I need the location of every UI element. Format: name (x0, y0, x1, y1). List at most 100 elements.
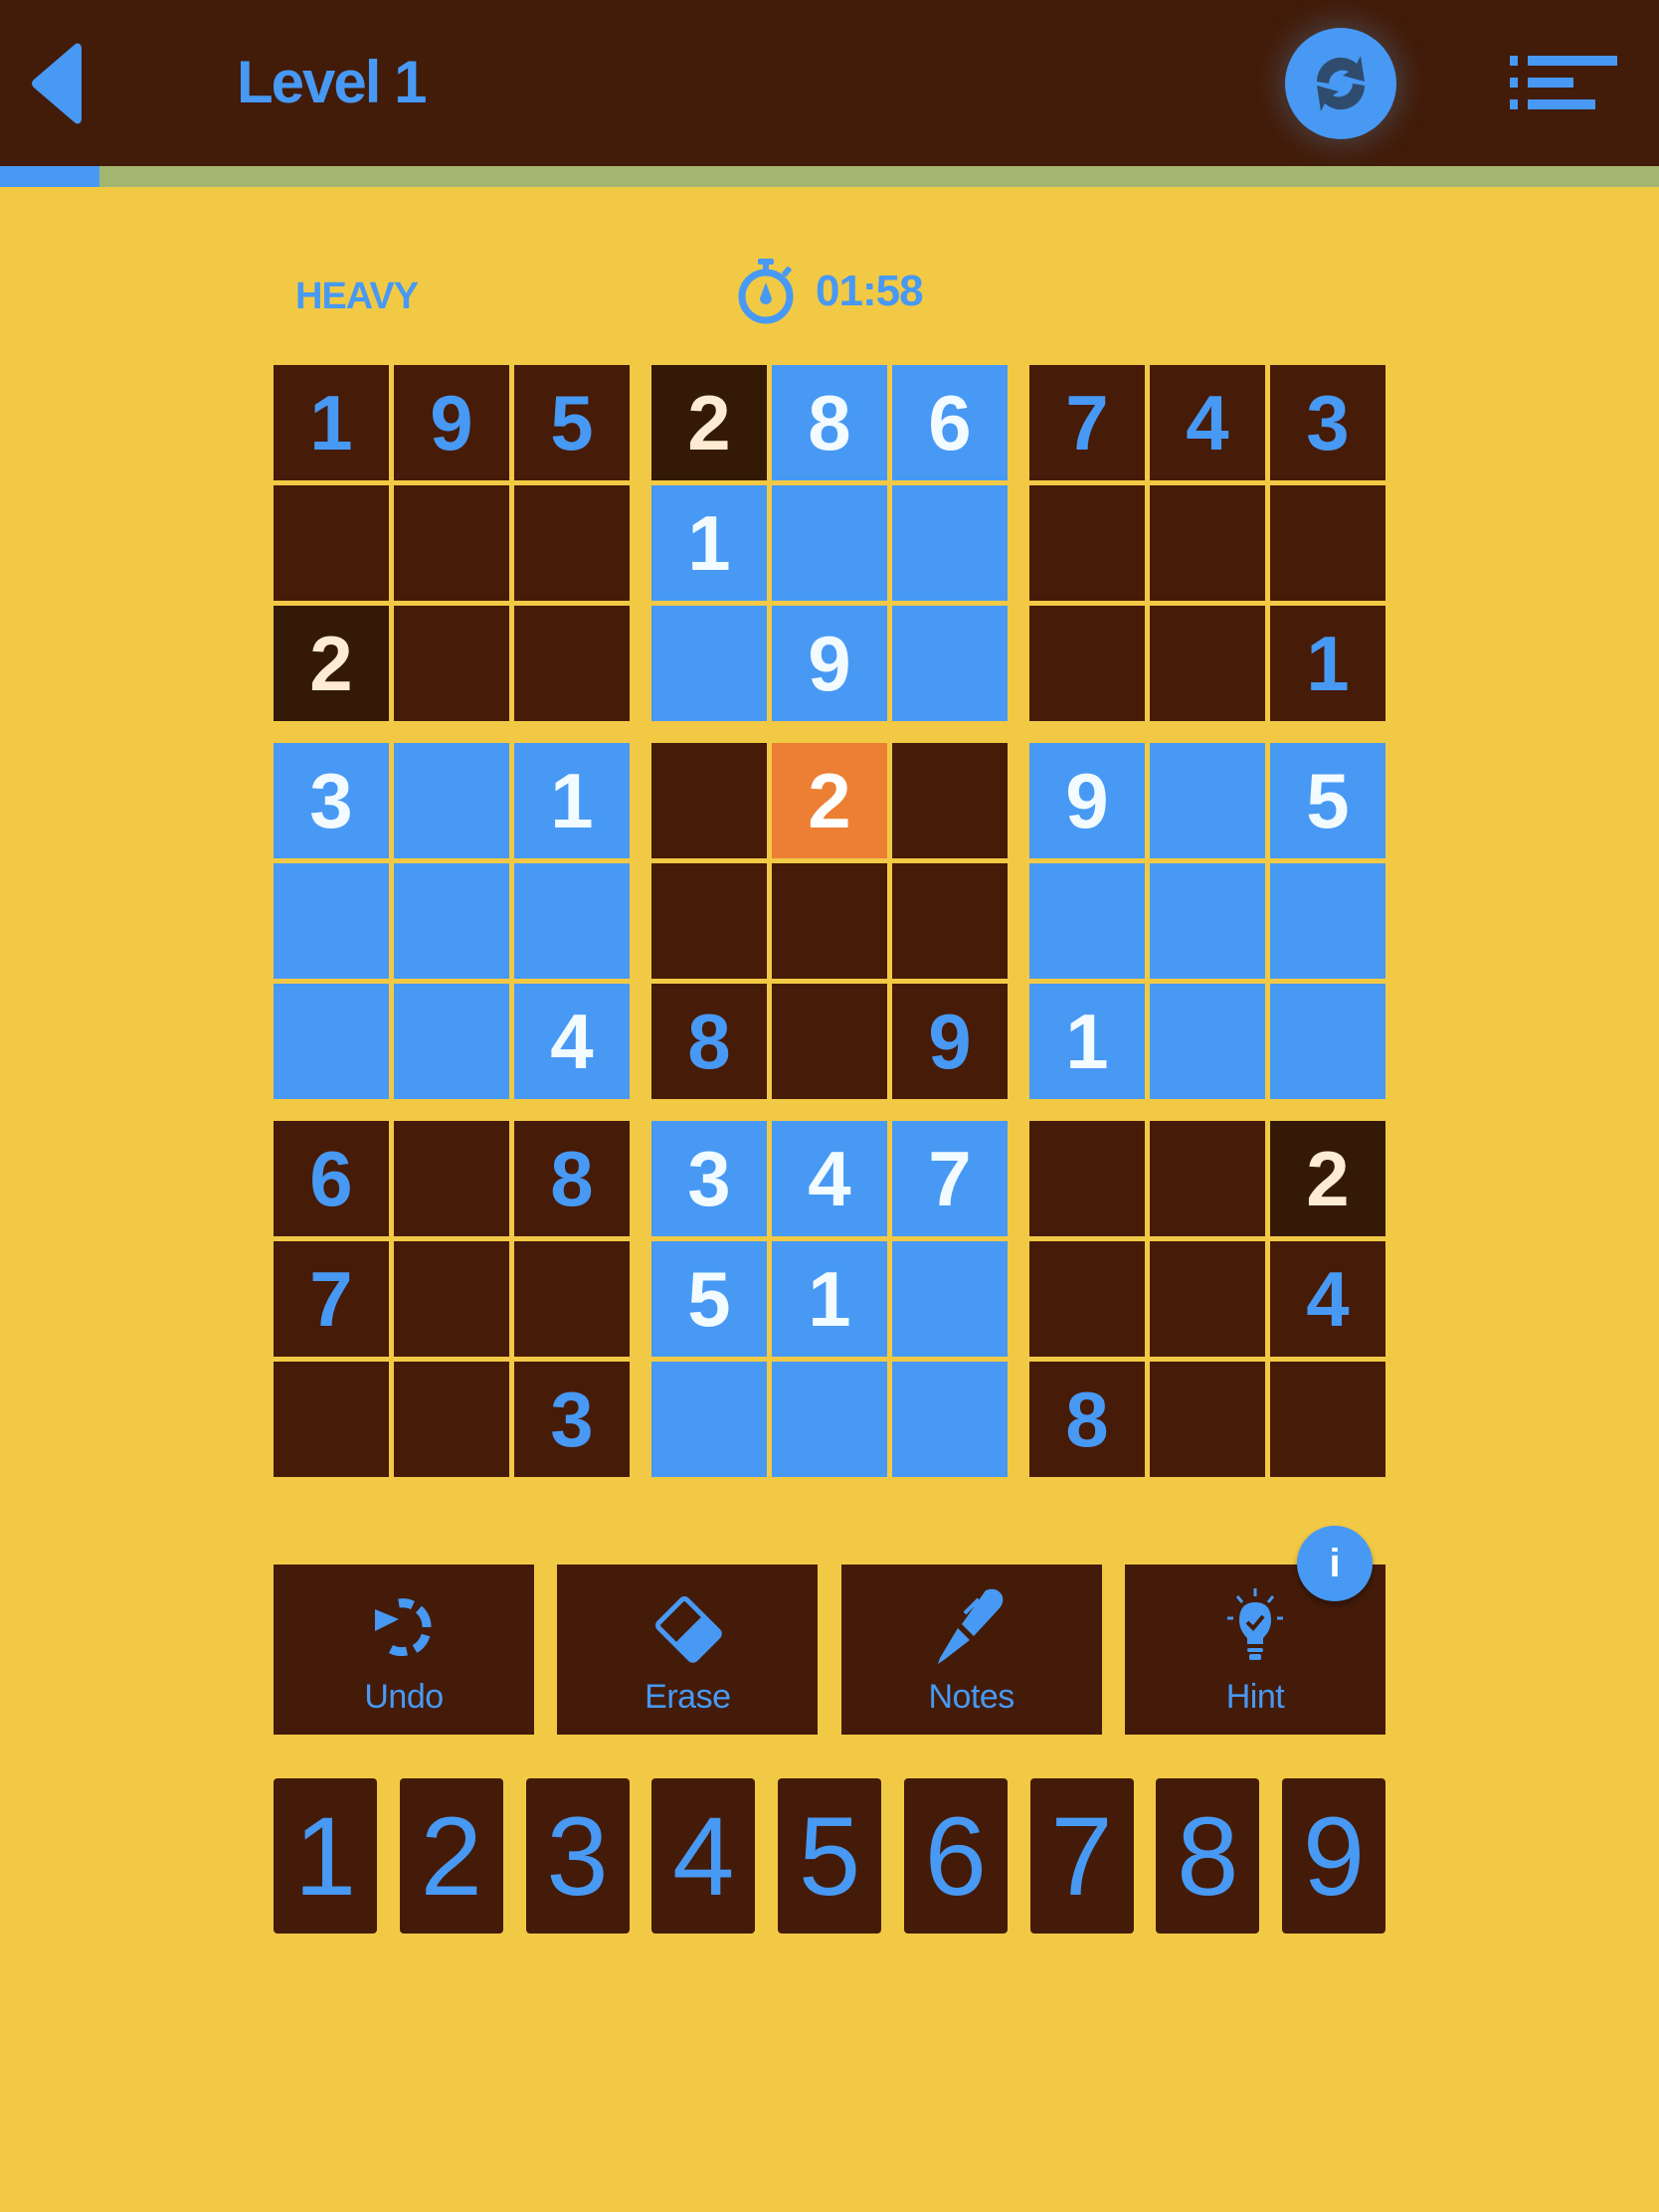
board-cell[interactable] (651, 863, 767, 979)
number-key-4[interactable]: 4 (651, 1778, 756, 1934)
board-cell[interactable] (772, 863, 887, 979)
board-cell[interactable]: 5 (651, 1241, 767, 1357)
board-cell[interactable] (394, 743, 509, 858)
number-key-1[interactable]: 1 (274, 1778, 377, 1934)
board-cell[interactable]: 3 (514, 1362, 630, 1477)
board-cell[interactable]: 3 (651, 1121, 767, 1236)
board-cell[interactable] (514, 1241, 630, 1357)
number-key-5[interactable]: 5 (778, 1778, 881, 1934)
number-key-3[interactable]: 3 (525, 1778, 630, 1934)
board-cell[interactable] (514, 863, 630, 979)
board-cell[interactable]: 9 (772, 606, 887, 721)
board-cell[interactable]: 8 (772, 365, 887, 480)
board-cell[interactable] (1270, 984, 1385, 1099)
board-cell[interactable] (892, 863, 1008, 979)
board-cell[interactable]: 9 (892, 984, 1008, 1099)
board-cell[interactable] (1029, 485, 1145, 601)
erase-button[interactable]: Erase (557, 1565, 819, 1735)
board-cell[interactable] (651, 1362, 767, 1477)
board-cell[interactable] (514, 485, 630, 601)
board-cell[interactable] (1270, 1362, 1385, 1477)
board-cell[interactable]: 9 (1029, 743, 1145, 858)
board-cell[interactable] (394, 1362, 509, 1477)
board-cell[interactable] (274, 485, 389, 601)
number-key-9[interactable]: 9 (1282, 1778, 1385, 1934)
board-cell[interactable] (1029, 1241, 1145, 1357)
board-cell[interactable]: 4 (514, 984, 630, 1099)
restart-button[interactable] (1285, 28, 1396, 139)
board-cell[interactable]: 2 (651, 365, 767, 480)
board-cell[interactable]: 5 (514, 365, 630, 480)
board-cell[interactable] (1270, 863, 1385, 979)
board-cell[interactable] (514, 606, 630, 721)
info-icon[interactable]: i (1297, 1526, 1373, 1601)
board-cell[interactable]: 1 (274, 365, 389, 480)
board-cell[interactable] (1150, 485, 1265, 601)
board-cell[interactable] (1150, 984, 1265, 1099)
board-cell[interactable] (394, 485, 509, 601)
board-cell[interactable]: 7 (1029, 365, 1145, 480)
back-button[interactable] (28, 40, 84, 127)
board-cell[interactable] (1150, 606, 1265, 721)
board-cell[interactable] (394, 1121, 509, 1236)
board-cell[interactable]: 6 (892, 365, 1008, 480)
board-cell[interactable]: 7 (892, 1121, 1008, 1236)
board-cell[interactable]: 8 (1029, 1362, 1145, 1477)
board-cell[interactable]: 1 (1270, 606, 1385, 721)
board-cell[interactable] (1029, 863, 1145, 979)
board-cell[interactable]: 3 (1270, 365, 1385, 480)
board-cell[interactable] (1150, 1241, 1265, 1357)
board-cell[interactable] (274, 1362, 389, 1477)
board-cell[interactable] (772, 984, 887, 1099)
board-cell[interactable] (394, 606, 509, 721)
board-cell[interactable]: 5 (1270, 743, 1385, 858)
board-cell[interactable]: 1 (772, 1241, 887, 1357)
board-cell[interactable]: 4 (1150, 365, 1265, 480)
board-cell[interactable]: 1 (1029, 984, 1145, 1099)
number-key-2[interactable]: 2 (399, 1778, 503, 1934)
board-cell[interactable] (772, 485, 887, 601)
notes-button[interactable]: Notes (840, 1565, 1102, 1735)
undo-button[interactable]: Undo (274, 1565, 534, 1735)
board-cell[interactable] (1150, 743, 1265, 858)
board-cell[interactable] (394, 984, 509, 1099)
board-cell[interactable] (651, 743, 767, 858)
number-key-7[interactable]: 7 (1029, 1778, 1134, 1934)
board-cell[interactable] (1029, 1121, 1145, 1236)
board-box: 743 1 (1029, 365, 1385, 721)
board-cell[interactable]: 4 (772, 1121, 887, 1236)
board-cell[interactable]: 2 (274, 606, 389, 721)
board-cell[interactable] (1029, 606, 1145, 721)
board-cell[interactable]: 3 (274, 743, 389, 858)
board-cell[interactable] (892, 606, 1008, 721)
board-cell[interactable]: 2 (772, 743, 887, 858)
board-cell[interactable] (892, 485, 1008, 601)
board-cell[interactable] (772, 1362, 887, 1477)
difficulty-label: HEAVY (295, 276, 419, 317)
board-cell[interactable]: 1 (514, 743, 630, 858)
board-cell[interactable]: 1 (651, 485, 767, 601)
board-cell[interactable] (892, 1241, 1008, 1357)
board-cell[interactable] (394, 863, 509, 979)
board-cell[interactable] (394, 1241, 509, 1357)
board-cell[interactable]: 8 (514, 1121, 630, 1236)
number-key-8[interactable]: 8 (1156, 1778, 1260, 1934)
board-cell[interactable] (651, 606, 767, 721)
board-cell[interactable]: 7 (274, 1241, 389, 1357)
board-cell[interactable] (892, 743, 1008, 858)
board-cell[interactable]: 8 (651, 984, 767, 1099)
board-cell[interactable] (1150, 1121, 1265, 1236)
board-cell[interactable] (274, 863, 389, 979)
board-cell[interactable] (1150, 863, 1265, 979)
number-key-6[interactable]: 6 (903, 1778, 1008, 1934)
board-cell[interactable] (274, 984, 389, 1099)
board-cell[interactable]: 9 (394, 365, 509, 480)
board-cell[interactable]: 6 (274, 1121, 389, 1236)
board-cell[interactable] (892, 1362, 1008, 1477)
board-box: 286 19 (651, 365, 1008, 721)
board-cell[interactable]: 2 (1270, 1121, 1385, 1236)
board-cell[interactable]: 4 (1270, 1241, 1385, 1357)
menu-button[interactable] (1510, 54, 1617, 111)
board-cell[interactable] (1150, 1362, 1265, 1477)
board-cell[interactable] (1270, 485, 1385, 601)
